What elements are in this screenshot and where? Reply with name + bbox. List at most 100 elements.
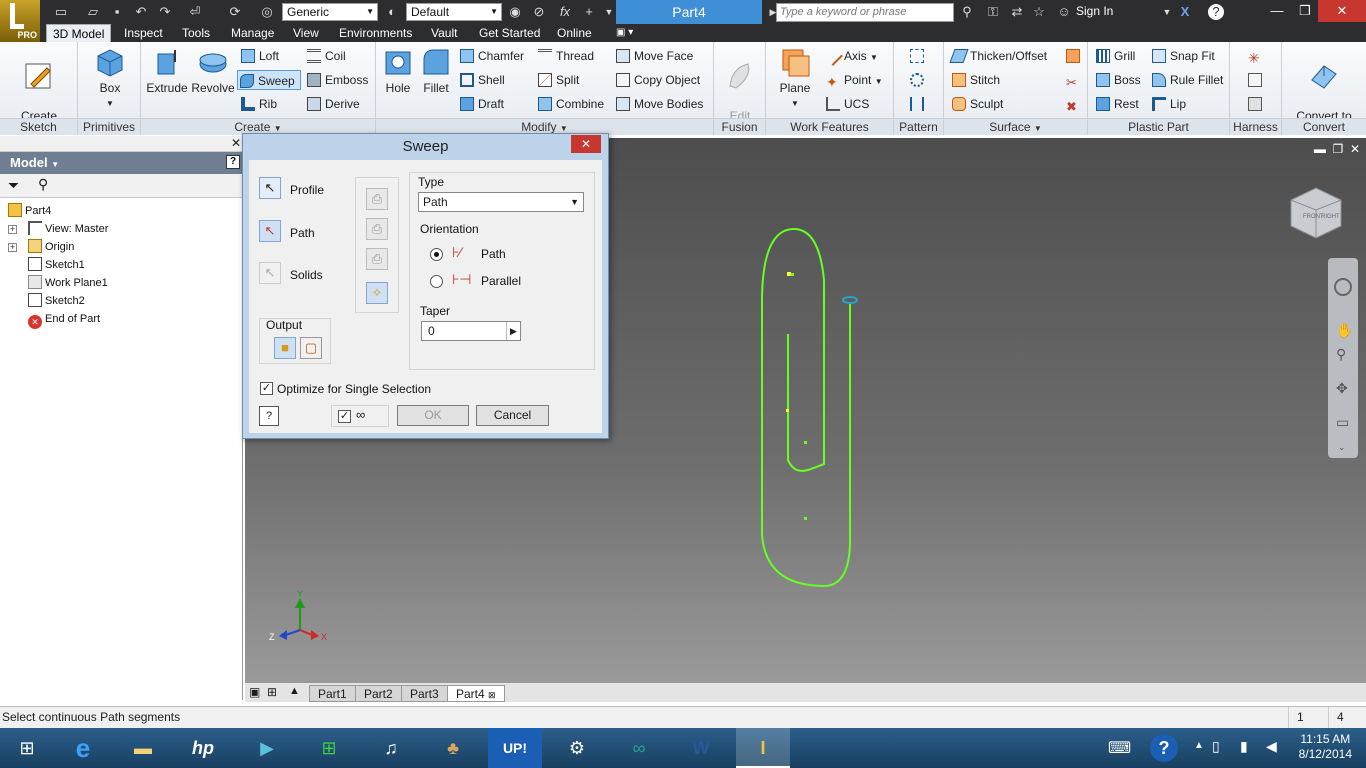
point-button[interactable]: ✦ Point ▼ <box>824 70 883 90</box>
cancel-button[interactable]: Cancel <box>476 405 549 426</box>
filter-icon[interactable]: ⏷ <box>8 177 19 194</box>
doc-tab-close-icon[interactable]: ⊠ <box>488 690 496 700</box>
combine-button[interactable]: Combine <box>536 94 604 114</box>
grill-button[interactable]: Grill <box>1094 46 1135 66</box>
browser-close-icon[interactable]: ✕ <box>231 136 241 150</box>
box-button[interactable]: Box ▼ <box>90 46 130 111</box>
output-surface-button[interactable]: ▢ <box>300 337 322 359</box>
power-icon[interactable]: ▯ <box>1212 738 1220 755</box>
dialog-help-icon[interactable]: ? <box>259 406 279 426</box>
thicken-offset-button[interactable]: Thicken/Offset <box>949 46 1047 66</box>
circular-pattern-button[interactable] <box>908 70 928 90</box>
derive-button[interactable]: Derive <box>305 94 360 114</box>
boss-button[interactable]: Boss <box>1094 70 1141 90</box>
sweep-button[interactable]: Sweep <box>237 70 301 90</box>
save-icon[interactable]: ▪ <box>108 3 126 21</box>
sign-in-dropdown-icon[interactable]: ▼ <box>1158 3 1176 21</box>
trim-button[interactable]: ✂ <box>1064 70 1084 90</box>
exchange-apps-icon[interactable]: X <box>1176 3 1194 21</box>
move-face-button[interactable]: Move Face <box>614 46 693 66</box>
tree-item-end-of-part[interactable]: ✕ End of Part <box>28 310 100 329</box>
harness-properties-button[interactable]: ✳ <box>1246 46 1266 66</box>
middle-tool-1-button[interactable]: ⎙ <box>366 188 388 210</box>
optimize-checkbox[interactable]: ✓ <box>260 382 273 395</box>
return-icon[interactable]: ⏎ <box>186 3 204 21</box>
middle-tool-2-button[interactable]: ⎙ <box>366 218 388 240</box>
update-icon[interactable]: ⟳ <box>226 3 244 21</box>
doc-tab-part2[interactable]: Part2 <box>355 685 402 702</box>
browser-header[interactable]: Model ▼ ? <box>0 152 243 174</box>
browser-help-icon[interactable]: ? <box>226 155 240 169</box>
tree-item-part[interactable]: Part4 <box>8 202 51 220</box>
exchange-icon[interactable]: ⇄ <box>1008 3 1026 21</box>
shell-button[interactable]: Shell <box>458 70 505 90</box>
tile-windows-icon[interactable]: ▣ <box>249 685 260 699</box>
help-tray-icon[interactable]: ? <box>1150 734 1178 762</box>
star-icon[interactable]: ☆ <box>1030 3 1048 21</box>
expand-origin-icon[interactable]: + <box>8 243 17 252</box>
network-icon[interactable]: ▮ <box>1240 738 1248 755</box>
draft-button[interactable]: Draft <box>458 94 504 114</box>
rectangular-pattern-button[interactable] <box>908 46 928 66</box>
output-solid-button[interactable]: ■ <box>274 337 296 359</box>
adjust-icon[interactable]: ◉ <box>506 3 524 21</box>
profile-select-button[interactable]: ↖ <box>259 177 281 199</box>
tab-manage[interactable]: Manage <box>225 24 280 42</box>
mirror-button[interactable] <box>908 94 928 114</box>
help-icon[interactable]: ? <box>1208 4 1224 20</box>
add-icon[interactable]: + <box>580 3 598 21</box>
surface-group-label[interactable]: Surface ▼ <box>944 118 1087 135</box>
fx-icon[interactable]: fx <box>556 3 574 21</box>
preview-checkbox[interactable]: ✓ <box>338 410 351 423</box>
tab-3d-model[interactable]: 3D Model <box>46 24 112 42</box>
binoculars-icon[interactable]: ⚲ <box>958 3 976 21</box>
ribbon-options-icon[interactable]: ▣ ▾ <box>610 24 639 42</box>
store-icon[interactable]: ⊞ <box>302 728 356 768</box>
material-icon[interactable]: ◎ <box>258 3 276 21</box>
redo-icon[interactable]: ↷ <box>156 3 174 21</box>
rib-button[interactable]: Rib <box>239 94 277 114</box>
fillet-button[interactable]: Fillet <box>418 46 454 95</box>
tab-environments[interactable]: Environments <box>333 24 418 42</box>
tray-expand-icon[interactable]: ▲ <box>1194 740 1204 751</box>
up-app-icon[interactable]: UP! <box>488 728 542 768</box>
extrude-button[interactable]: Extrude <box>145 46 189 95</box>
rule-fillet-button[interactable]: Rule Fillet <box>1150 70 1223 90</box>
thread-button[interactable]: Thread <box>536 46 594 66</box>
tab-vault[interactable]: Vault <box>425 24 463 42</box>
ok-button[interactable]: OK <box>397 405 469 426</box>
harness-edit-button[interactable] <box>1246 70 1266 90</box>
windows-start-icon[interactable]: ⊞ <box>0 728 54 768</box>
tree-item-sketch1[interactable]: Sketch1 <box>28 256 85 274</box>
axis-button[interactable]: Axis ▼ <box>823 46 878 66</box>
taper-input[interactable]: 0 ▶ <box>421 321 521 341</box>
internet-explorer-icon[interactable]: e <box>56 728 110 768</box>
material-select[interactable]: Generic ▼ <box>282 3 378 21</box>
sweep-preview-button[interactable]: ✧ <box>366 282 388 304</box>
snap-fit-button[interactable]: Snap Fit <box>1150 46 1215 66</box>
find-icon[interactable]: ⚲ <box>38 176 48 193</box>
open-folder-icon[interactable]: ▱ <box>84 3 102 21</box>
doc-tab-part1[interactable]: Part1 <box>309 685 356 702</box>
tree-app-icon[interactable]: ♣ <box>426 728 480 768</box>
taper-flyout-icon[interactable]: ▶ <box>506 322 520 340</box>
tree-item-view[interactable]: View: Master <box>28 220 108 238</box>
chamfer-button[interactable]: Chamfer <box>458 46 524 66</box>
emboss-button[interactable]: Emboss <box>305 70 368 90</box>
tab-online[interactable]: Online <box>551 24 598 42</box>
sign-in-link[interactable]: Sign In <box>1076 4 1113 18</box>
keyboard-icon[interactable]: ⌨ <box>1108 738 1131 758</box>
path-select-button[interactable]: ↖ <box>259 220 281 242</box>
tree-item-origin[interactable]: Origin <box>28 238 74 256</box>
minimize-icon[interactable]: — <box>1262 0 1292 22</box>
clear-icon[interactable]: ⊘ <box>530 3 548 21</box>
appearance-select[interactable]: Default ▼ <box>406 3 502 21</box>
patch-button[interactable] <box>1064 46 1084 66</box>
solids-select-button[interactable]: ↖ <box>259 262 281 284</box>
word-icon[interactable]: W <box>674 728 728 768</box>
home-icon[interactable]: ▲ <box>289 685 300 697</box>
key-icon[interactable]: ⚿ <box>984 3 1002 21</box>
tab-tools[interactable]: Tools <box>176 24 216 42</box>
path-curve[interactable] <box>761 227 851 588</box>
loft-button[interactable]: Loft <box>239 46 279 66</box>
